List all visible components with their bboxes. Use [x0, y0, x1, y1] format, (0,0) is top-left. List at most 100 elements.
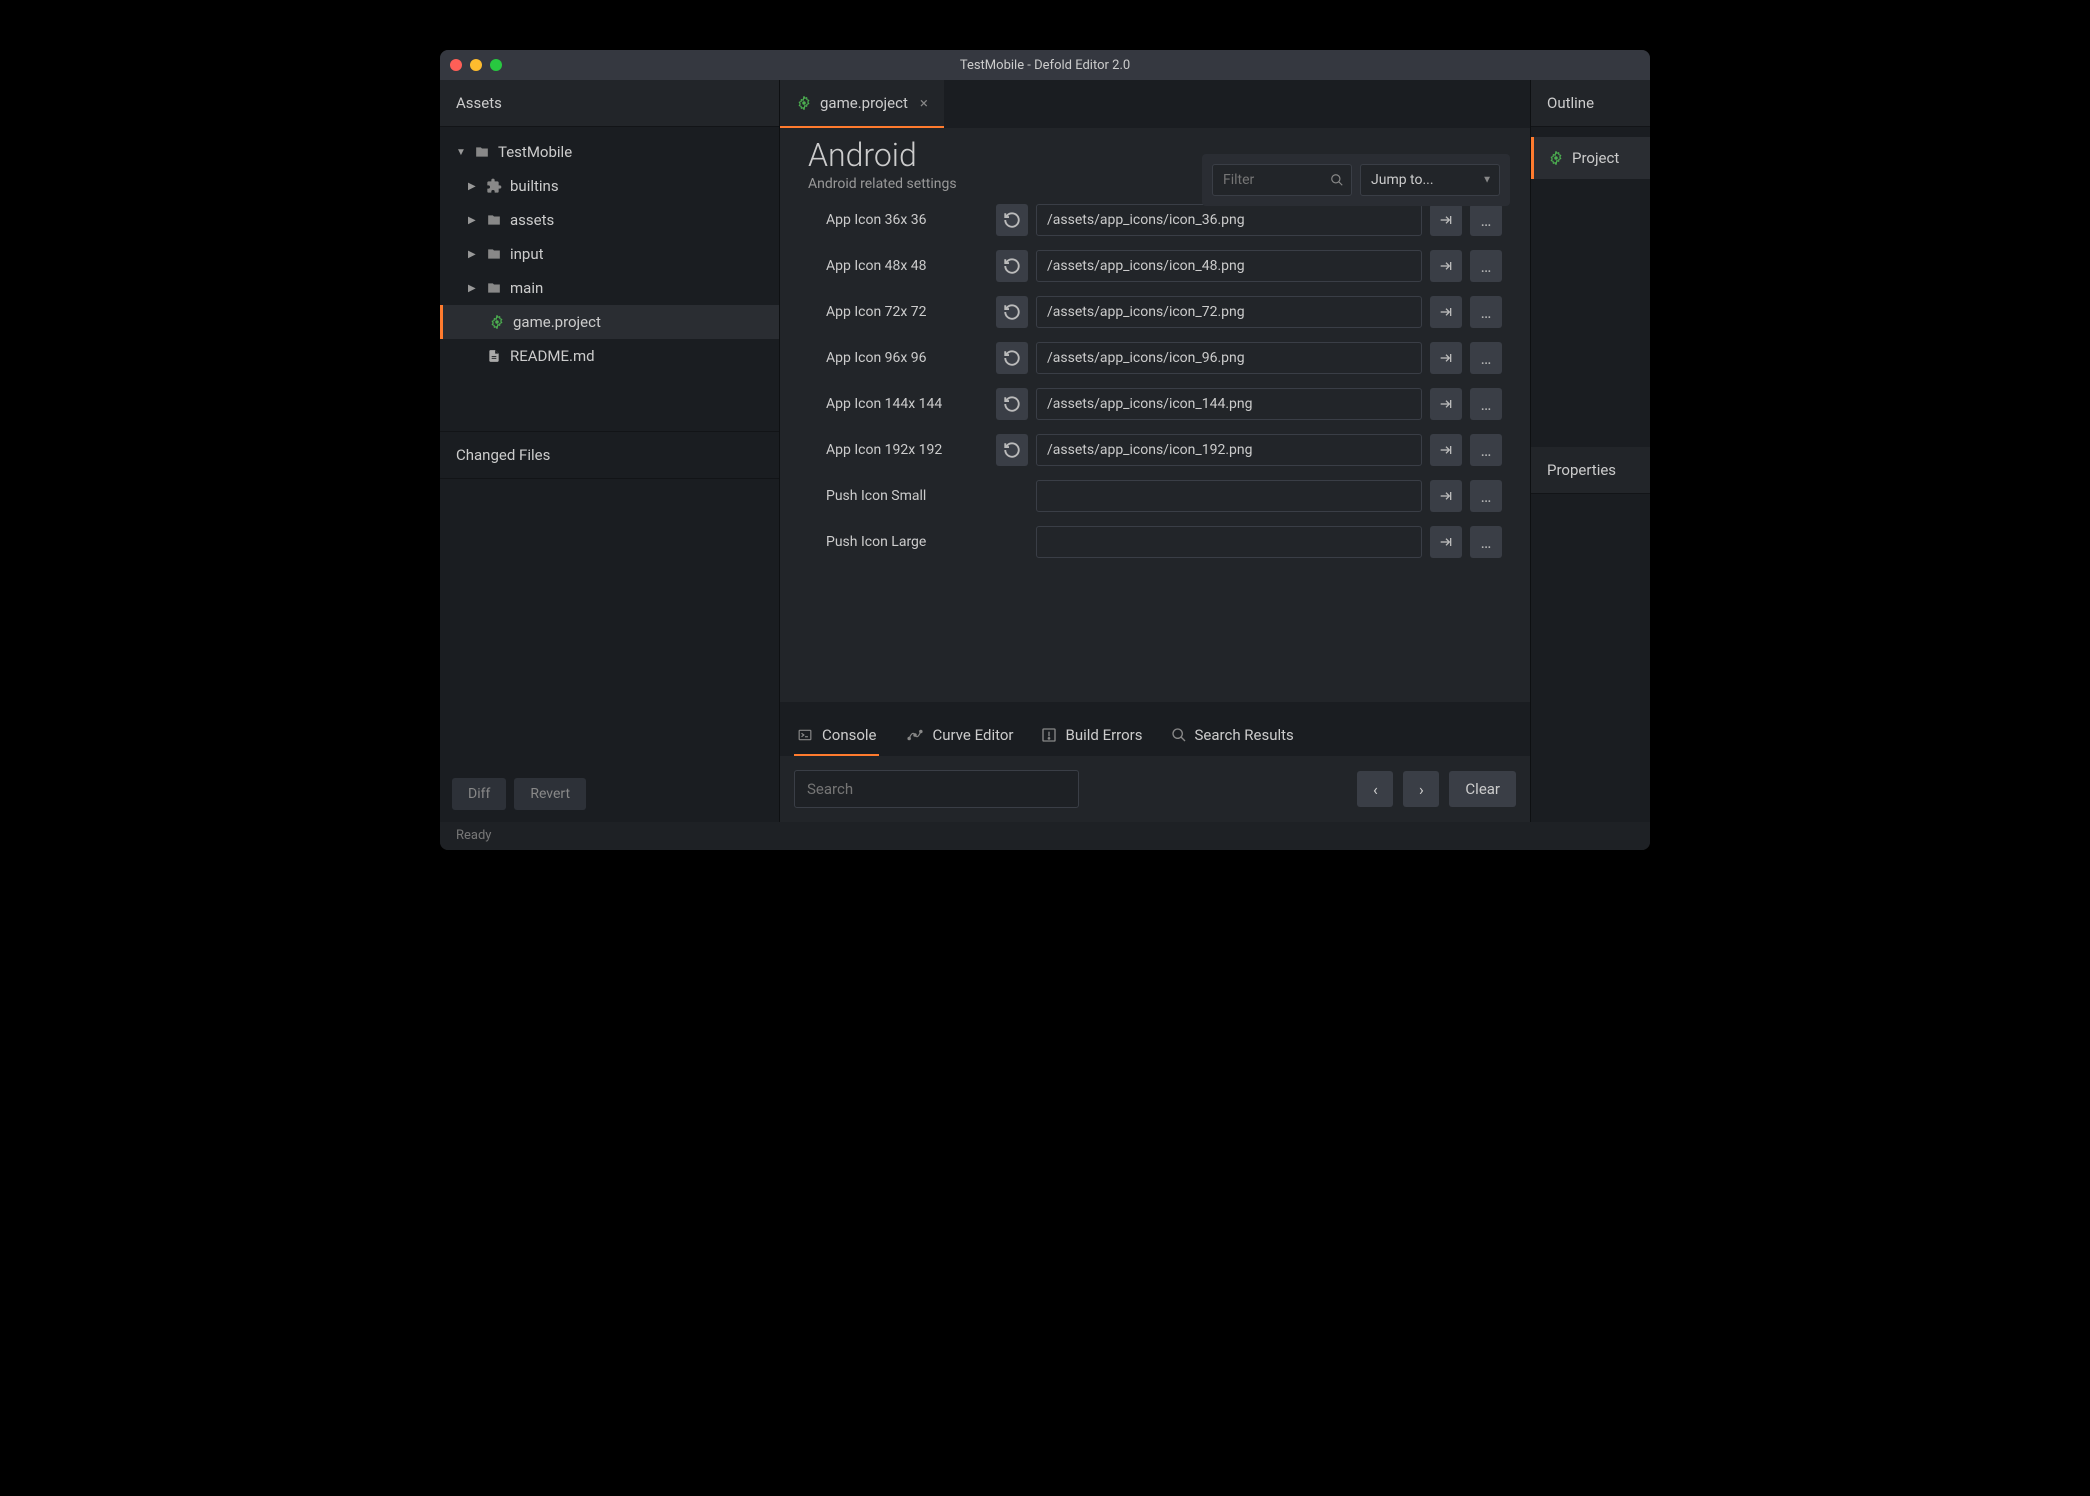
maximize-window-button[interactable]: [490, 59, 502, 71]
bottom-tab-console[interactable]: Console: [794, 716, 879, 756]
goto-button[interactable]: [1430, 204, 1462, 236]
folder-icon: [486, 212, 502, 228]
browse-button[interactable]: …: [1470, 250, 1502, 282]
field-label: Push Icon Large: [808, 534, 988, 550]
reset-button[interactable]: [996, 204, 1028, 236]
tab-icon: [905, 728, 925, 742]
changed-files-header: Changed Files: [440, 431, 779, 479]
browse-button[interactable]: …: [1470, 480, 1502, 512]
browse-button[interactable]: …: [1470, 526, 1502, 558]
status-bar: Ready: [440, 822, 1650, 850]
bottom-panel: Console Curve Editor Build Errors Search Re…: [780, 702, 1530, 822]
tree-arrow-icon: ▼: [456, 147, 466, 158]
revert-button[interactable]: Revert: [514, 778, 586, 810]
field-label: App Icon 144x 144: [808, 396, 988, 412]
browse-button[interactable]: …: [1470, 434, 1502, 466]
browse-button[interactable]: …: [1470, 388, 1502, 420]
path-input[interactable]: [1036, 250, 1422, 282]
reset-button[interactable]: [996, 388, 1028, 420]
path-input[interactable]: [1036, 204, 1422, 236]
goto-button[interactable]: [1430, 434, 1462, 466]
tree-item-testmobile[interactable]: ▼TestMobile: [440, 135, 779, 169]
tree-item-game-project[interactable]: game.project: [440, 305, 779, 339]
puzzle-icon: [486, 178, 502, 194]
tree-item-main[interactable]: ▶ main: [440, 271, 779, 305]
tab-icon: [1171, 727, 1187, 743]
path-input[interactable]: [1036, 388, 1422, 420]
bottom-tab-build-errors[interactable]: Build Errors: [1039, 716, 1144, 756]
tree-item-label: game.project: [513, 313, 601, 331]
tree-item-assets[interactable]: ▶ assets: [440, 203, 779, 237]
outline-project-item[interactable]: Project: [1531, 137, 1650, 179]
browse-button[interactable]: …: [1470, 204, 1502, 236]
tree-arrow-icon: ▶: [468, 283, 478, 294]
minimize-window-button[interactable]: [470, 59, 482, 71]
properties-header: Properties: [1531, 447, 1650, 494]
tree-arrow-icon: ▶: [468, 215, 478, 226]
tab-label: Console: [822, 726, 877, 744]
form-row: Push Icon Small …: [808, 480, 1502, 512]
console-search-input[interactable]: [794, 770, 1079, 808]
form-row: App Icon 36x 36 …: [808, 204, 1502, 236]
goto-button[interactable]: [1430, 342, 1462, 374]
editor-window: TestMobile - Defold Editor 2.0 Assets ▼T…: [440, 50, 1650, 850]
center-panel: game.project × Android Android related s…: [780, 80, 1530, 822]
path-input[interactable]: [1036, 296, 1422, 328]
field-label: Push Icon Small: [808, 488, 988, 504]
form-panel: Android Android related settings Jump to…: [780, 128, 1530, 702]
assets-tree: ▼TestMobile▶builtins▶assets▶input▶mainga…: [440, 127, 779, 431]
next-button[interactable]: ›: [1403, 771, 1439, 807]
reset-button[interactable]: [996, 434, 1028, 466]
outline-header: Outline: [1531, 80, 1650, 127]
reset-button[interactable]: [996, 250, 1028, 282]
right-panel: Outline Project Properties: [1530, 80, 1650, 822]
editor-tab[interactable]: game.project ×: [780, 80, 944, 128]
gear-icon: [796, 95, 812, 111]
close-tab-icon[interactable]: ×: [920, 94, 928, 112]
prev-button[interactable]: ‹: [1357, 771, 1393, 807]
form-row: App Icon 144x 144 …: [808, 388, 1502, 420]
goto-button[interactable]: [1430, 526, 1462, 558]
field-label: App Icon 48x 48: [808, 258, 988, 274]
goto-button[interactable]: [1430, 480, 1462, 512]
tab-label: game.project: [820, 94, 908, 112]
field-label: App Icon 72x 72: [808, 304, 988, 320]
clear-button[interactable]: Clear: [1449, 771, 1516, 807]
search-icon: [1330, 173, 1344, 187]
tree-arrow-icon: ▶: [468, 249, 478, 260]
tree-item-label: builtins: [510, 177, 559, 195]
tree-item-label: assets: [510, 211, 554, 229]
goto-button[interactable]: [1430, 296, 1462, 328]
doc-icon: [486, 348, 502, 364]
goto-button[interactable]: [1430, 250, 1462, 282]
tree-item-readme-md[interactable]: README.md: [440, 339, 779, 373]
path-input[interactable]: [1036, 434, 1422, 466]
assets-header: Assets: [440, 80, 779, 127]
tree-item-builtins[interactable]: ▶builtins: [440, 169, 779, 203]
form-row: App Icon 48x 48 …: [808, 250, 1502, 282]
reset-button[interactable]: [996, 296, 1028, 328]
goto-button[interactable]: [1430, 388, 1462, 420]
form-row: App Icon 72x 72 …: [808, 296, 1502, 328]
tree-item-label: main: [510, 279, 543, 297]
field-label: App Icon 96x 96: [808, 350, 988, 366]
tab-label: Curve Editor: [933, 726, 1014, 744]
path-input[interactable]: [1036, 480, 1422, 512]
reset-button[interactable]: [996, 342, 1028, 374]
browse-button[interactable]: …: [1470, 296, 1502, 328]
tree-item-input[interactable]: ▶input: [440, 237, 779, 271]
close-window-button[interactable]: [450, 59, 462, 71]
browse-button[interactable]: …: [1470, 342, 1502, 374]
window-title: TestMobile - Defold Editor 2.0: [960, 58, 1130, 73]
jump-to-select[interactable]: Jump to...: [1360, 164, 1500, 196]
outline-item-label: Project: [1572, 149, 1619, 167]
bottom-tab-curve-editor[interactable]: Curve Editor: [903, 716, 1016, 756]
diff-button[interactable]: Diff: [452, 778, 506, 810]
folder-icon: [474, 144, 490, 160]
tab-label: Build Errors: [1065, 726, 1142, 744]
chevron-down-icon: ▼: [1482, 175, 1492, 186]
path-input[interactable]: [1036, 342, 1422, 374]
path-input[interactable]: [1036, 526, 1422, 558]
field-label: App Icon 36x 36: [808, 212, 988, 228]
bottom-tab-search-results[interactable]: Search Results: [1169, 716, 1296, 756]
